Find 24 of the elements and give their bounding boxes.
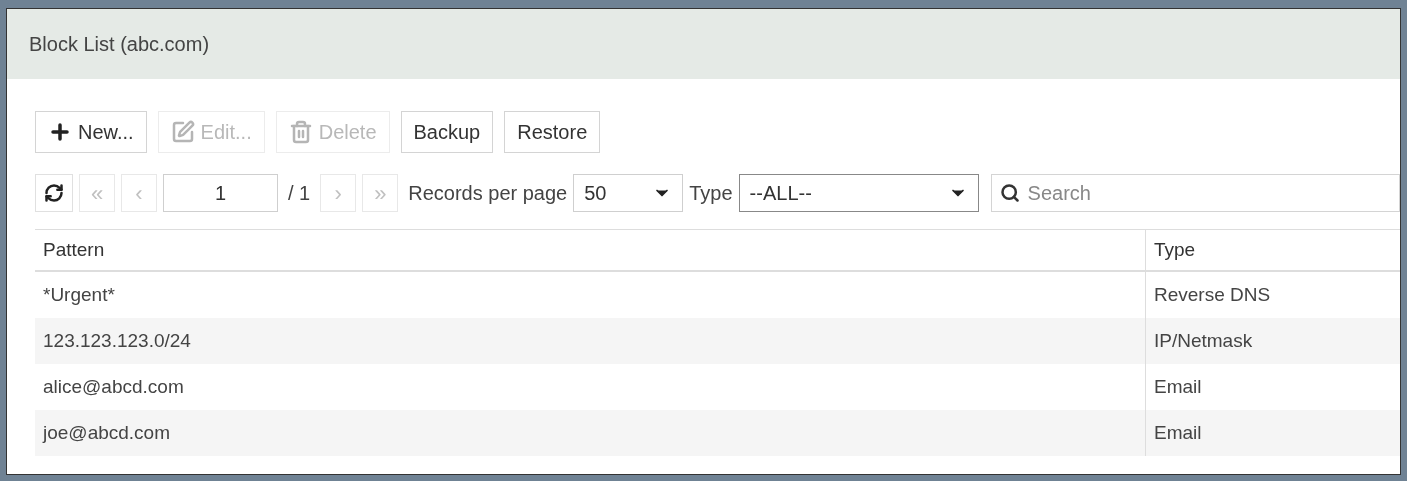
records-label: Records per page — [408, 181, 568, 206]
column-header: Type — [1145, 230, 1400, 270]
refresh-button[interactable] — [35, 174, 73, 212]
search-field[interactable]: Search — [990, 174, 1400, 212]
toolbar-button[interactable]: New... — [35, 111, 147, 153]
type-label: Type — [689, 181, 733, 206]
toolbar-button[interactable]: Restore — [504, 111, 601, 153]
toolbar-button[interactable]: Backup — [400, 111, 494, 153]
column-header: Pattern — [42, 237, 106, 262]
plus-icon — [48, 120, 72, 144]
trash-icon — [288, 120, 313, 144]
table-cell-text: 123.123.123.0/24 — [42, 328, 192, 353]
table-cell-text: joe@abcd.com — [41, 420, 172, 445]
refresh-icon — [44, 183, 64, 203]
type-select[interactable]: --ALL-- — [738, 174, 979, 212]
table-cell: Email — [1145, 410, 1400, 456]
records-select[interactable]: 50 — [573, 174, 684, 212]
table-cell-text: alice@abcd.com — [42, 374, 185, 399]
page-total: / 1 — [287, 181, 312, 206]
table-cell-text: *Urgent* — [42, 282, 116, 307]
search-icon — [999, 183, 1020, 203]
panel-title: Block List (abc.com) — [29, 32, 210, 57]
pencil-icon — [170, 120, 195, 144]
page-field[interactable]: 1 — [163, 174, 278, 212]
